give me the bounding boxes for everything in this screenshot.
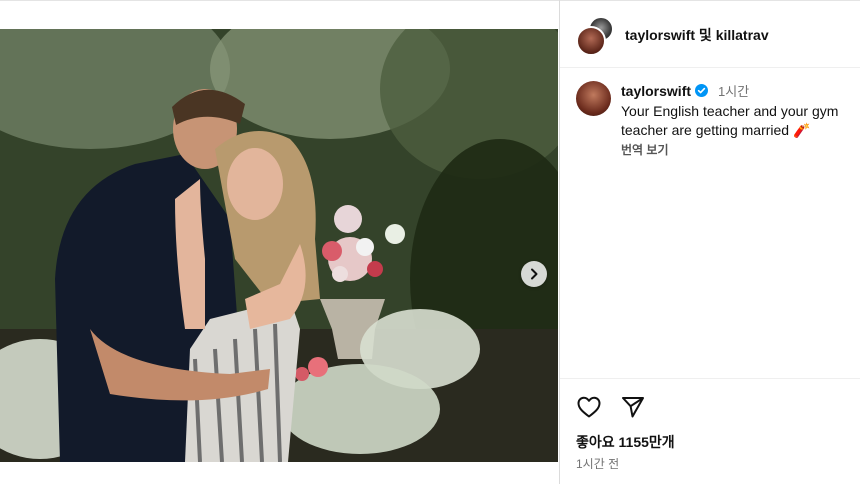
- caption-username[interactable]: taylorswift: [621, 83, 691, 99]
- caption-body: taylorswift 1시간 Your English teacher and…: [621, 81, 851, 159]
- caption: taylorswift 1시간 Your English teacher and…: [576, 81, 851, 159]
- caption-time[interactable]: 1시간: [718, 81, 749, 100]
- header-divider: [560, 67, 860, 68]
- caption-meta: taylorswift 1시간: [621, 81, 851, 100]
- actions-divider: [560, 378, 860, 379]
- author-conjunction: 및: [698, 27, 712, 43]
- share-button[interactable]: [620, 395, 646, 419]
- post-details-panel: taylorswift 및 killatrav taylorswift 1시간 …: [560, 0, 860, 484]
- like-count[interactable]: 좋아요 1155만개: [576, 432, 675, 452]
- avatar[interactable]: [576, 81, 611, 116]
- author-link[interactable]: taylorswift: [625, 27, 695, 43]
- post-timestamp[interactable]: 1시간 전: [576, 455, 619, 472]
- post-authors: taylorswift 및 killatrav: [625, 25, 769, 45]
- verified-badge-icon: [695, 84, 709, 97]
- heart-icon: [577, 396, 601, 418]
- next-image-button[interactable]: [521, 261, 547, 287]
- post-image[interactable]: [0, 29, 558, 462]
- chevron-right-icon: [531, 268, 538, 280]
- avatar[interactable]: [576, 26, 606, 56]
- collab-avatars[interactable]: [576, 16, 614, 56]
- translate-link[interactable]: 번역 보기: [621, 141, 669, 158]
- action-bar: [576, 395, 646, 419]
- post-header: taylorswift 및 killatrav: [576, 16, 769, 56]
- send-icon: [622, 397, 644, 418]
- like-button[interactable]: [576, 395, 602, 419]
- firecracker-emoji-icon: 🧨: [792, 122, 811, 138]
- caption-text: Your English teacher and your gym teache…: [621, 102, 851, 140]
- photo-illustration: [0, 29, 558, 462]
- author-link[interactable]: killatrav: [716, 27, 769, 43]
